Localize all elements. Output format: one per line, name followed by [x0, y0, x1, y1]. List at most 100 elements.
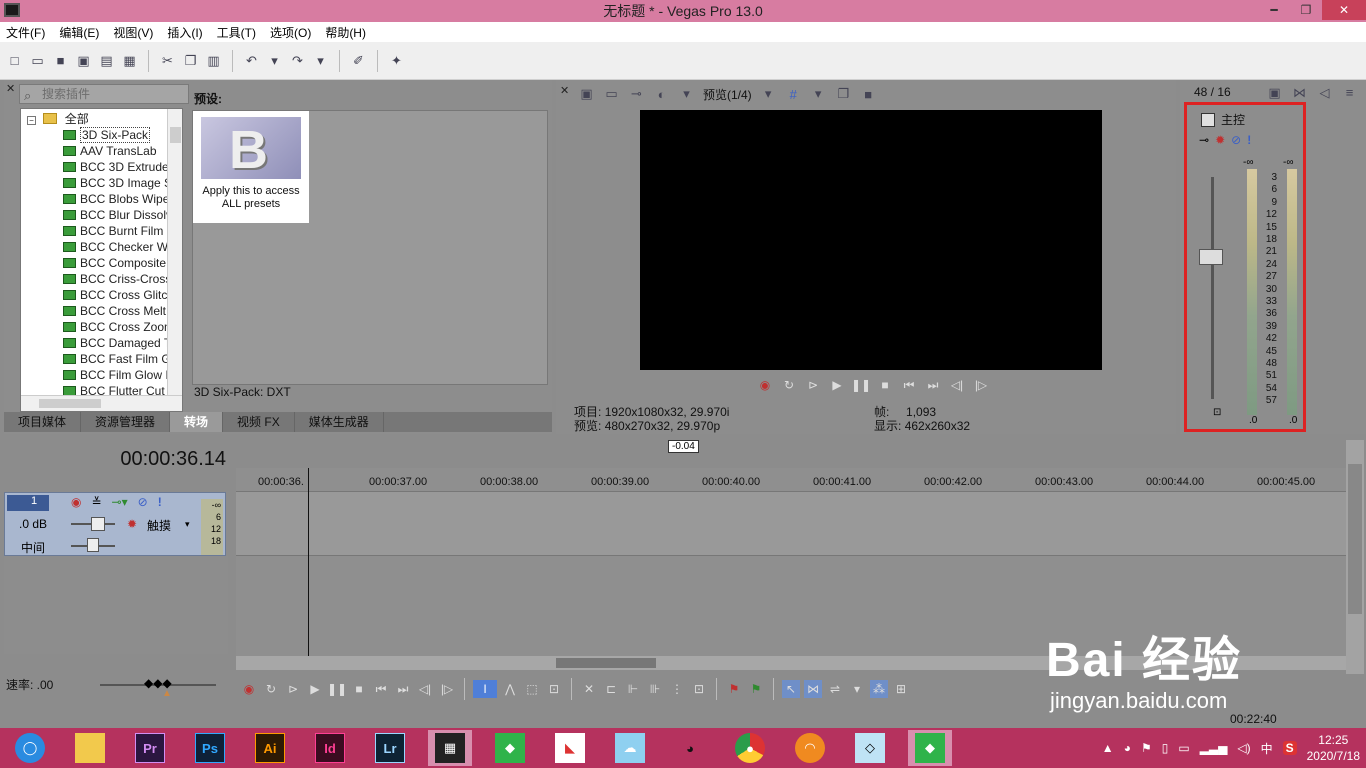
master-fader-track[interactable]	[1211, 177, 1214, 399]
tree-item[interactable]: BCC Blur Dissolv	[63, 207, 172, 223]
enable-snapping-icon[interactable]: ✐	[350, 52, 367, 69]
start-button[interactable]: ◯	[8, 730, 52, 766]
search-input[interactable]: ⌕ 搜索插件	[19, 84, 189, 104]
sogou-icon[interactable]: S	[1282, 741, 1297, 755]
video-preview-screen[interactable]	[640, 110, 1102, 370]
tree-item[interactable]: BCC Cross Melt	[63, 303, 166, 319]
taskbar-premiere[interactable]: Pr	[128, 730, 172, 766]
bus-routing-icon[interactable]: ⊸	[1199, 133, 1209, 147]
cut-icon[interactable]: ✂	[159, 52, 176, 69]
taskbar-lightroom[interactable]: Lr	[368, 730, 412, 766]
play-from-start-icon[interactable]: ⊳	[284, 680, 302, 698]
stop-icon[interactable]: ■	[350, 680, 368, 698]
network-icon[interactable]: ▂▃▅	[1200, 741, 1228, 755]
go-to-end-icon[interactable]: ⏭	[924, 376, 942, 394]
taskbar-indesign[interactable]: Id	[308, 730, 352, 766]
track-mute-icon[interactable]: ⊘	[138, 495, 148, 509]
menu-tools[interactable]: 工具(T)	[217, 24, 256, 41]
render-icon[interactable]: ▤	[98, 52, 115, 69]
zoom-tool-icon[interactable]: ⊡	[545, 680, 563, 698]
tree-horizontal-scrollbar[interactable]	[21, 395, 182, 411]
fx-icon[interactable]: ✹	[1215, 133, 1225, 147]
play-icon[interactable]: ▶	[306, 680, 324, 698]
tree-item[interactable]: BCC Criss-Cross	[63, 271, 171, 287]
taskbar-chrome[interactable]: ●	[728, 730, 772, 766]
next-frame-icon[interactable]: |▷	[972, 376, 990, 394]
close-button[interactable]: ✕	[1322, 0, 1366, 20]
preview-overlay-icon[interactable]: ◐	[653, 86, 670, 103]
go-to-start-icon[interactable]: ⏮	[372, 680, 390, 698]
mixer-settings-icon[interactable]: ≡	[1341, 84, 1358, 101]
loop-icon[interactable]: ↻	[262, 680, 280, 698]
record-icon[interactable]: ◉	[756, 376, 774, 394]
tree-item[interactable]: AAV TransLab	[63, 143, 157, 159]
collapse-icon[interactable]: −	[27, 116, 36, 125]
taskbar-camtasia[interactable]: ◆	[488, 730, 532, 766]
tab-project-media[interactable]: 项目媒体	[4, 412, 82, 432]
selection-tool-icon[interactable]: ⬚	[523, 680, 541, 698]
snap-icon[interactable]: ⊞	[892, 680, 910, 698]
ignore-grouping-icon[interactable]: ↖	[782, 680, 800, 698]
open-folder-icon[interactable]: ▭	[29, 52, 46, 69]
tree-item[interactable]: BCC 3D Image S	[63, 175, 172, 191]
menu-view[interactable]: 视图(V)	[113, 24, 153, 41]
taskbar-app-red[interactable]: ◣	[548, 730, 592, 766]
new-file-icon[interactable]: □	[6, 52, 23, 69]
loop-icon[interactable]: ↻	[780, 376, 798, 394]
copy-icon[interactable]: ❐	[182, 52, 199, 69]
whats-this-help-icon[interactable]: ✦	[388, 52, 405, 69]
previous-frame-icon[interactable]: ◁|	[948, 376, 966, 394]
pause-icon[interactable]: ❚❚	[327, 680, 347, 698]
preset-card[interactable]: B Apply this to access ALL presets	[193, 111, 309, 223]
taskbar-app-orange[interactable]: ◠	[788, 730, 832, 766]
lock-icon[interactable]: ⊡	[1213, 407, 1221, 418]
automation-mode[interactable]: 触摸	[147, 517, 171, 534]
region-icon[interactable]: ⚑	[747, 680, 765, 698]
tree-item[interactable]: BCC Checker Wi	[63, 239, 171, 255]
taskbar-qq[interactable]: ◕	[668, 730, 712, 766]
mute-icon[interactable]: ⊘	[1231, 133, 1241, 147]
track-routing-icon[interactable]: ⊸▾	[112, 495, 128, 509]
properties-icon[interactable]: ▦	[121, 52, 138, 69]
copy-snapshot-icon[interactable]: ❐	[835, 86, 852, 103]
taskbar-app-blue[interactable]: ☁	[608, 730, 652, 766]
downmix-icon[interactable]: ⋈	[1291, 84, 1308, 101]
mixer-properties-icon[interactable]: ▣	[1266, 84, 1283, 101]
save-icon[interactable]: ■	[52, 52, 69, 69]
speaker-icon[interactable]: ◁	[1316, 84, 1333, 101]
save-as-icon[interactable]: ▣	[75, 52, 92, 69]
master-fader-knob[interactable]	[1199, 249, 1223, 265]
taskbar-photoshop[interactable]: Ps	[188, 730, 232, 766]
taskbar-app-cube[interactable]: ◇	[848, 730, 892, 766]
monitor-icon[interactable]: ▭	[1178, 741, 1189, 755]
taskbar-vegas[interactable]: ▦	[428, 730, 472, 766]
track-list-empty-area[interactable]	[4, 556, 228, 654]
auto-ripple-icon[interactable]: ⇌	[826, 680, 844, 698]
redo-icon[interactable]: ↷	[289, 52, 306, 69]
tray-flag-icon[interactable]: ⚑	[1141, 741, 1152, 755]
tab-video-fx[interactable]: 视频 FX	[223, 412, 295, 432]
menu-edit[interactable]: 编辑(E)	[59, 24, 99, 41]
normal-edit-tool-icon[interactable]: I	[473, 680, 497, 698]
panel-close-icon[interactable]: ✕	[6, 82, 15, 95]
tree-item[interactable]: BCC Composite	[63, 255, 166, 271]
preview-properties-icon[interactable]: ▣	[578, 86, 595, 103]
volume-icon[interactable]: ◁)	[1237, 741, 1250, 755]
menu-options[interactable]: 选项(O)	[270, 24, 311, 41]
ime-indicator[interactable]: 中	[1261, 740, 1273, 757]
track-envelope-icon[interactable]: ≚	[91, 495, 101, 509]
hscroll-thumb[interactable]	[39, 399, 101, 408]
undo-dropdown-icon[interactable]: ▾	[266, 52, 283, 69]
menu-file[interactable]: 文件(F)	[6, 24, 45, 41]
solo-icon[interactable]: !	[1247, 133, 1251, 147]
vscroll-thumb[interactable]	[1348, 464, 1362, 614]
taskbar-illustrator[interactable]: Ai	[248, 730, 292, 766]
grid-dropdown-icon[interactable]: ▾	[810, 86, 827, 103]
go-to-end-icon[interactable]: ⏭	[394, 680, 412, 698]
taskbar-camtasia-2[interactable]: ◆	[908, 730, 952, 766]
tree-item[interactable]: BCC Blobs Wipe	[63, 191, 169, 207]
tree-item-3d-six-pack[interactable]: 3D Six-Pack	[63, 127, 151, 143]
vegas-app-icon[interactable]	[4, 3, 20, 17]
tree-item[interactable]: BCC Cross Glitch	[63, 287, 174, 303]
paste-icon[interactable]: ▥	[205, 52, 222, 69]
